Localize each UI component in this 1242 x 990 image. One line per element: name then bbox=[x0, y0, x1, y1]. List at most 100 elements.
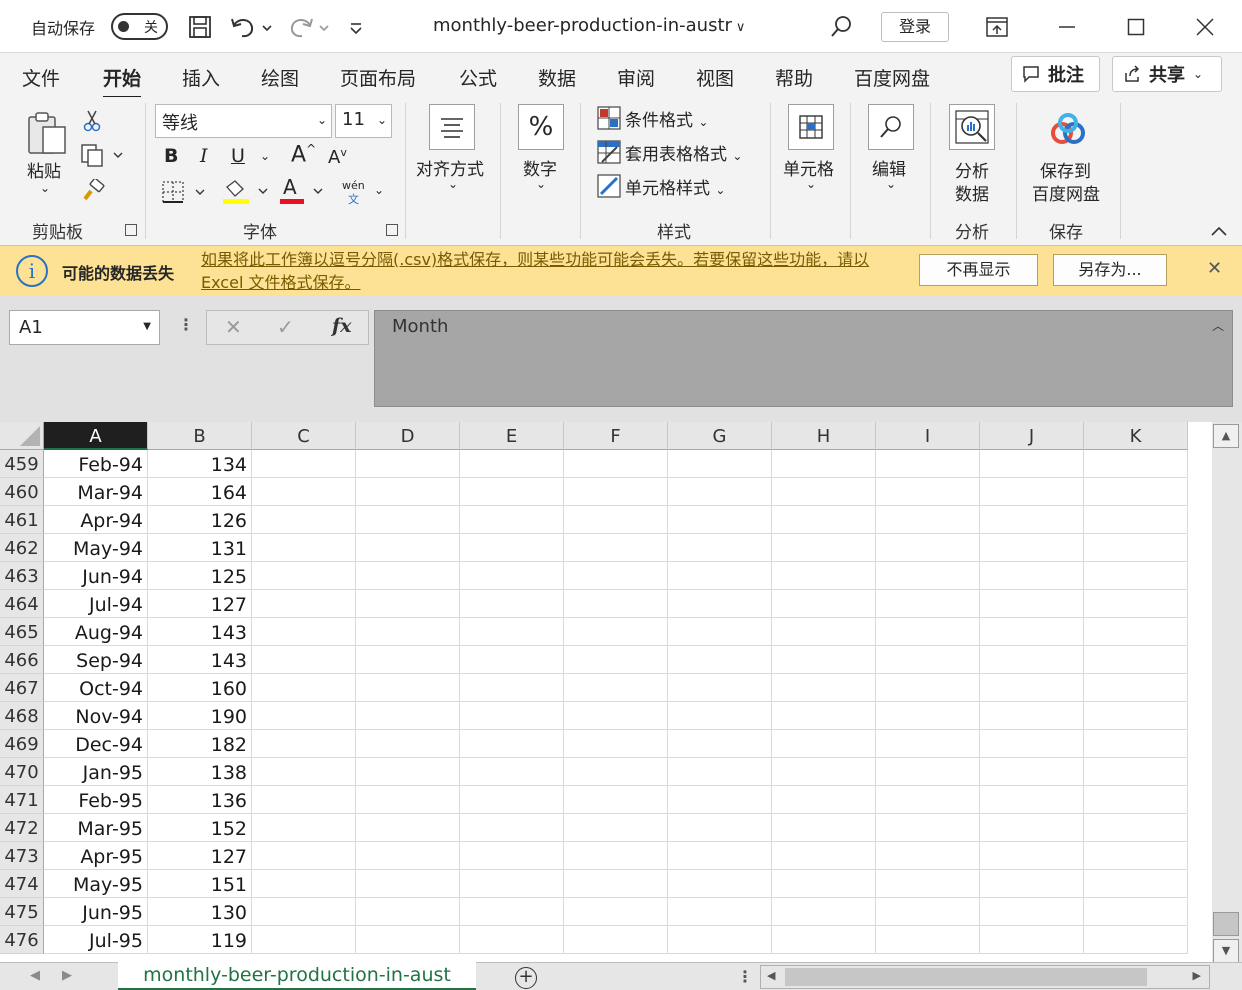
cell-h[interactable] bbox=[772, 478, 876, 506]
cell-a[interactable]: Jan-95 bbox=[44, 758, 148, 786]
cell-k[interactable] bbox=[1084, 842, 1188, 870]
cell-j[interactable] bbox=[980, 702, 1084, 730]
maximize-icon[interactable] bbox=[1119, 9, 1153, 45]
sheet-tab[interactable]: monthly-beer-production-in-aust bbox=[118, 962, 476, 990]
cell-f[interactable] bbox=[564, 814, 668, 842]
align-icon[interactable] bbox=[429, 104, 475, 150]
cell-d[interactable] bbox=[356, 758, 460, 786]
horizontal-scrollbar[interactable]: ◀ ▶ bbox=[760, 965, 1210, 989]
cell-j[interactable] bbox=[980, 674, 1084, 702]
cell-g[interactable] bbox=[668, 786, 772, 814]
cell-b[interactable]: 164 bbox=[148, 478, 252, 506]
cell-b[interactable]: 130 bbox=[148, 898, 252, 926]
customize-toolbar-icon[interactable] bbox=[344, 10, 368, 44]
collapse-ribbon-icon[interactable] bbox=[1208, 223, 1230, 239]
tab-page-layout[interactable]: 页面布局 bbox=[340, 64, 416, 91]
comments-button[interactable]: 批注 bbox=[1011, 56, 1100, 92]
cell-h[interactable] bbox=[772, 870, 876, 898]
cell-i[interactable] bbox=[876, 786, 980, 814]
cell-g[interactable] bbox=[668, 478, 772, 506]
cell-d[interactable] bbox=[356, 674, 460, 702]
close-icon[interactable] bbox=[1188, 9, 1222, 45]
cell-f[interactable] bbox=[564, 842, 668, 870]
cell-i[interactable] bbox=[876, 758, 980, 786]
cell-i[interactable] bbox=[876, 618, 980, 646]
conditional-format-button[interactable]: 条件格式 ⌄ bbox=[625, 106, 708, 131]
tab-review[interactable]: 审阅 bbox=[617, 64, 655, 91]
tab-help[interactable]: 帮助 bbox=[775, 64, 813, 91]
scroll-thumb[interactable] bbox=[1213, 912, 1239, 936]
tab-draw[interactable]: 绘图 bbox=[261, 64, 299, 91]
cell-h[interactable] bbox=[772, 450, 876, 478]
cell-e[interactable] bbox=[460, 814, 564, 842]
column-header-c[interactable]: C bbox=[252, 422, 356, 450]
dialog-launcher-icon[interactable] bbox=[386, 224, 398, 236]
cell-h[interactable] bbox=[772, 898, 876, 926]
cell-a[interactable]: Sep-94 bbox=[44, 646, 148, 674]
cell-d[interactable] bbox=[356, 478, 460, 506]
cell-i[interactable] bbox=[876, 898, 980, 926]
cell-c[interactable] bbox=[252, 590, 356, 618]
row-header[interactable]: 475 bbox=[0, 898, 44, 926]
cell-e[interactable] bbox=[460, 562, 564, 590]
previous-sheet-icon[interactable]: ◀ bbox=[30, 968, 40, 983]
chevron-down-icon[interactable]: ⌄ bbox=[536, 177, 546, 191]
cell-b[interactable]: 151 bbox=[148, 870, 252, 898]
cell-f[interactable] bbox=[564, 590, 668, 618]
save-to-line1[interactable]: 保存到 bbox=[1040, 157, 1091, 182]
cell-i[interactable] bbox=[876, 702, 980, 730]
cell-f[interactable] bbox=[564, 506, 668, 534]
cell-a[interactable]: Aug-94 bbox=[44, 618, 148, 646]
name-box[interactable]: A1 ▼ bbox=[9, 310, 160, 345]
cell-a[interactable]: Feb-95 bbox=[44, 786, 148, 814]
cell-g[interactable] bbox=[668, 730, 772, 758]
save-as-button[interactable]: 另存为... bbox=[1053, 254, 1167, 286]
cell-c[interactable] bbox=[252, 506, 356, 534]
cell-e[interactable] bbox=[460, 702, 564, 730]
row-header[interactable]: 471 bbox=[0, 786, 44, 814]
cell-i[interactable] bbox=[876, 870, 980, 898]
cell-g[interactable] bbox=[668, 450, 772, 478]
enter-icon[interactable]: ✓ bbox=[277, 315, 294, 339]
cell-j[interactable] bbox=[980, 506, 1084, 534]
cell-d[interactable] bbox=[356, 898, 460, 926]
column-header-g[interactable]: G bbox=[668, 422, 772, 450]
fill-color-icon[interactable] bbox=[220, 177, 270, 207]
sheet-options-icon[interactable]: ⋮ bbox=[737, 967, 753, 986]
chevron-down-icon[interactable]: ⌄ bbox=[806, 177, 816, 191]
cell-e[interactable] bbox=[460, 646, 564, 674]
cell-c[interactable] bbox=[252, 618, 356, 646]
row-header[interactable]: 468 bbox=[0, 702, 44, 730]
phonetic-guide-icon[interactable]: wén 文 ⌄ bbox=[338, 177, 388, 207]
column-header-i[interactable]: I bbox=[876, 422, 980, 450]
cell-j[interactable] bbox=[980, 814, 1084, 842]
cell-f[interactable] bbox=[564, 702, 668, 730]
cell-h[interactable] bbox=[772, 842, 876, 870]
cell-e[interactable] bbox=[460, 758, 564, 786]
cell-b[interactable]: 143 bbox=[148, 646, 252, 674]
cell-c[interactable] bbox=[252, 450, 356, 478]
cell-c[interactable] bbox=[252, 814, 356, 842]
cell-a[interactable]: May-94 bbox=[44, 534, 148, 562]
paste-label[interactable]: 粘贴 bbox=[27, 157, 61, 182]
cell-c[interactable] bbox=[252, 534, 356, 562]
italic-button[interactable]: I bbox=[200, 145, 208, 167]
cell-a[interactable]: Jul-95 bbox=[44, 926, 148, 954]
cell-j[interactable] bbox=[980, 758, 1084, 786]
chevron-down-icon[interactable]: ⌄ bbox=[886, 177, 896, 191]
column-header-b[interactable]: B bbox=[148, 422, 252, 450]
scroll-down-icon[interactable]: ▼ bbox=[1213, 939, 1239, 963]
cell-b[interactable]: 160 bbox=[148, 674, 252, 702]
cell-g[interactable] bbox=[668, 506, 772, 534]
cell-a[interactable]: Jun-95 bbox=[44, 898, 148, 926]
more-options-icon[interactable]: ⋮ bbox=[178, 315, 194, 334]
analyze-data-line2[interactable]: 数据 bbox=[955, 180, 989, 205]
cell-e[interactable] bbox=[460, 674, 564, 702]
row-header[interactable]: 465 bbox=[0, 618, 44, 646]
cell-a[interactable]: Feb-94 bbox=[44, 450, 148, 478]
cell-c[interactable] bbox=[252, 730, 356, 758]
cell-g[interactable] bbox=[668, 758, 772, 786]
shrink-font-button[interactable]: Av bbox=[328, 146, 347, 168]
cell-k[interactable] bbox=[1084, 786, 1188, 814]
row-header[interactable]: 467 bbox=[0, 674, 44, 702]
